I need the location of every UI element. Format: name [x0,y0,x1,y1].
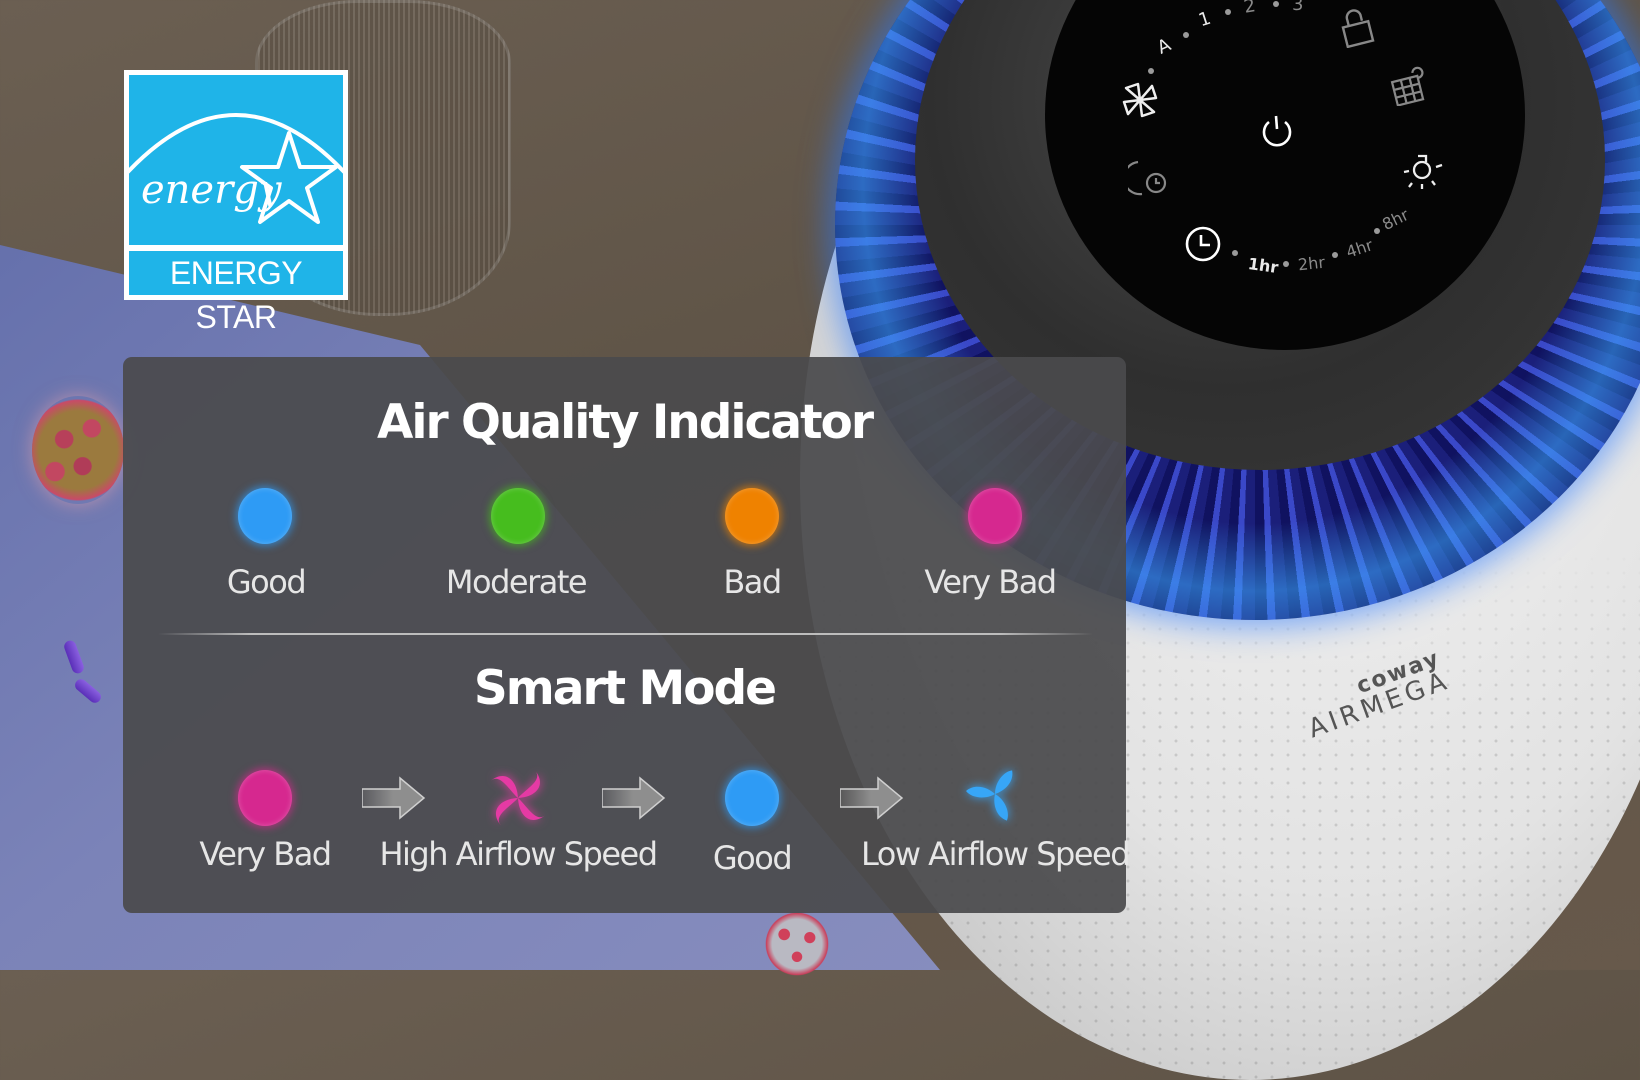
fan-speed-label: 3 [1292,0,1304,15]
energy-star-label: ENERGY STAR [129,251,343,335]
fan-blade [994,770,1013,794]
sleep-timer-icon[interactable] [1128,158,1174,198]
smart-mode-title: Smart Mode [473,661,777,716]
level-label: Very Bad [924,563,1057,601]
status-dot-very-bad [238,770,292,826]
arrow-right-icon [362,776,426,820]
fan-blade [490,776,518,798]
fan-blade [966,786,995,798]
indicator-dot [1225,9,1231,15]
power-icon[interactable] [1258,112,1296,152]
level-label: Bad [723,563,782,601]
level-label: Good [226,563,307,601]
status-dot-bad [725,488,779,544]
fan-high-icon [490,770,546,826]
fan-blade [518,798,546,820]
lock-icon[interactable] [1340,8,1376,48]
status-dot-good [238,488,292,544]
indicator-dot [1273,1,1279,7]
timer-icon[interactable] [1183,224,1223,264]
step-label: Low Airflow Speed [860,835,1131,873]
virus-illustration [765,912,829,976]
timer-label: 2hr [1297,252,1326,275]
energy-script-text: energy [141,167,283,213]
energy-star-logo: energy [129,75,343,245]
light-icon[interactable] [1402,150,1444,190]
indicator-dot [1183,32,1189,38]
fan-low-icon [966,770,1013,821]
feature-panel: Air Quality Indicator Good Moderate Bad … [123,357,1131,913]
energy-star-badge: energy ENERGY STAR [124,70,348,335]
step-label: Good [712,839,793,877]
fan-speed-label: 2 [1242,0,1258,18]
indicator-dot [1148,68,1154,74]
virus-illustration [32,396,124,504]
filter-reset-icon[interactable] [1390,66,1430,106]
section-divider [158,633,1093,635]
step-label: High Airflow Speed [379,835,658,873]
level-label: Moderate [445,563,588,601]
fan-blade [994,794,1008,821]
arrow-right-icon [602,776,666,820]
indicator-dot [1232,250,1238,256]
fan-blade [518,770,540,798]
fan-blade [496,798,518,826]
indicator-dot [1332,252,1338,258]
timer-label: 1hr [1246,253,1280,278]
status-dot-moderate [491,488,545,544]
status-dot-good [725,770,779,826]
energy-star-icon: energy [129,113,343,224]
indicator-dot [1374,228,1380,234]
arrow-right-icon [840,776,904,820]
status-dot-very-bad [968,488,1022,544]
indicator-dot [1283,261,1289,267]
fan-mode-icon[interactable] [1118,78,1162,122]
step-label: Very Bad [199,835,332,873]
air-quality-title: Air Quality Indicator [376,395,874,450]
